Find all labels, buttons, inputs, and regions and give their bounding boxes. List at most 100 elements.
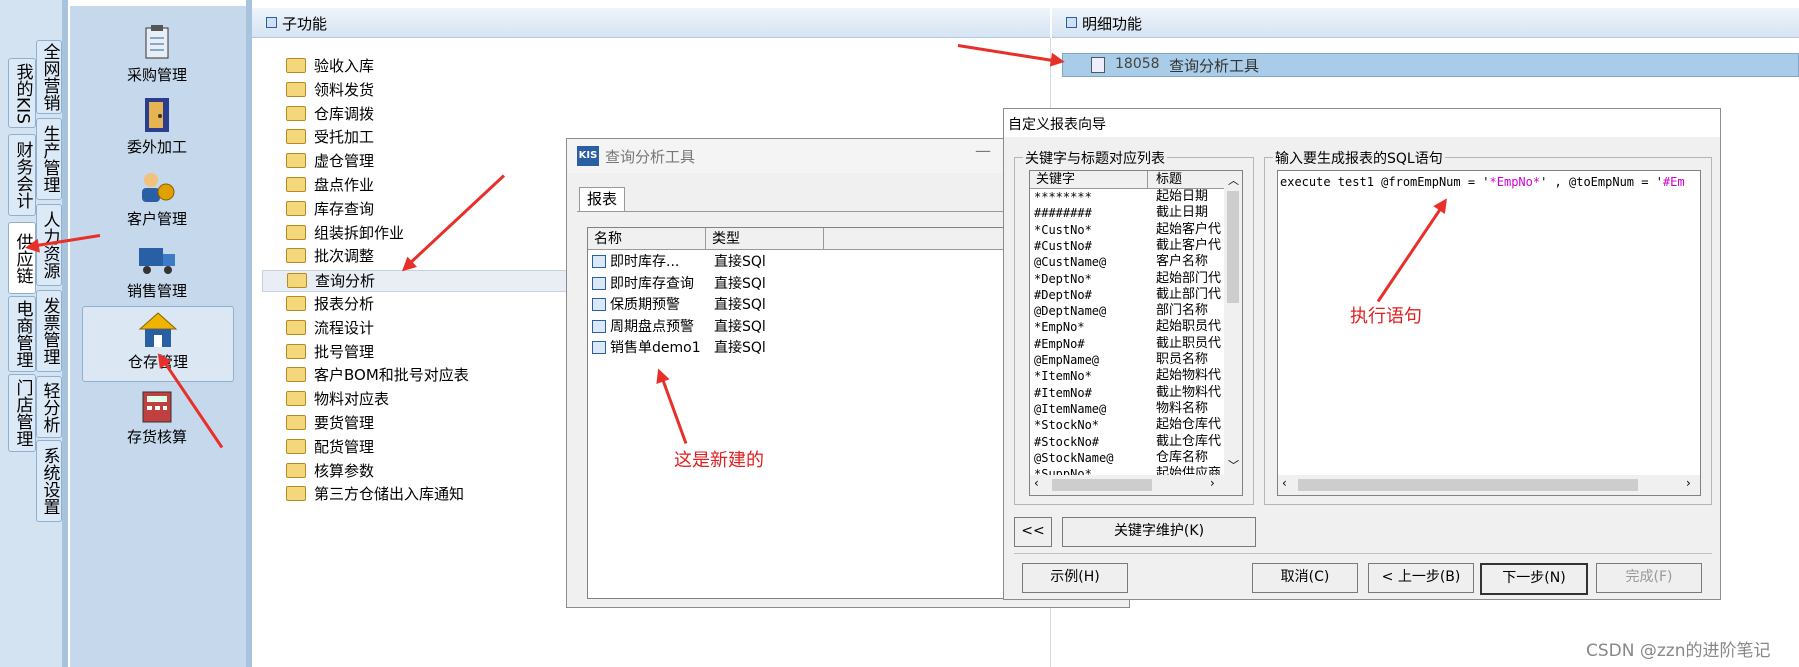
tab-supply-chain[interactable]: 供应链: [8, 222, 36, 294]
keyword-row[interactable]: *DeptNo* 起始部门代: [1030, 271, 1224, 287]
sub-function-label: 领料发货: [314, 80, 375, 99]
cancel-button[interactable]: 取消(C): [1252, 563, 1358, 593]
sub-function-item[interactable]: 查询分析: [262, 270, 578, 293]
sub-function-item[interactable]: 盘点作业: [286, 175, 374, 195]
scroll-thumb[interactable]: [1298, 479, 1638, 491]
scroll-thumb[interactable]: [1052, 479, 1152, 491]
sub-function-label: 仓库调拨: [314, 104, 375, 123]
keyword-row[interactable]: ######## 截止日期: [1030, 205, 1224, 221]
minimize-icon[interactable]: —: [975, 141, 991, 160]
keyword-collapse-button[interactable]: <<: [1014, 517, 1052, 547]
sub-function-item[interactable]: 要货管理: [286, 413, 374, 433]
scroll-left-icon[interactable]: ‹: [1282, 476, 1287, 490]
module-warehouse[interactable]: 仓存管理: [82, 306, 234, 382]
keyword-row[interactable]: @StockName@ 仓库名称: [1030, 450, 1224, 466]
tab-quanwang-yingxiao[interactable]: 全网营销: [36, 40, 62, 114]
finish-button[interactable]: 完成(F): [1596, 563, 1702, 593]
column-title[interactable]: 标题: [1148, 171, 1224, 189]
next-step-button[interactable]: 下一步(N): [1480, 563, 1588, 595]
tab-finance[interactable]: 财务会计: [8, 134, 36, 216]
sub-function-item[interactable]: 受托加工: [286, 127, 374, 147]
report-row[interactable]: 即时库存查询 直接SQl: [590, 274, 890, 294]
sql-textarea[interactable]: execute test1 @fromEmpNum = '*EmpNo*' , …: [1277, 170, 1701, 496]
keyword-row[interactable]: *EmpNo* 起始职员代: [1030, 319, 1224, 335]
sub-function-item[interactable]: 配货管理: [286, 437, 374, 457]
tab-system-settings[interactable]: 系统设置: [36, 440, 62, 522]
title-cell: 起始客户代: [1156, 221, 1222, 237]
tab-invoice[interactable]: 发票管理: [36, 290, 62, 372]
report-type: 直接SQl: [714, 318, 766, 335]
keyword-cell: #ItemNo#: [1034, 385, 1092, 400]
module-purchase[interactable]: 采购管理: [82, 20, 232, 84]
tab-production[interactable]: 生产管理: [36, 118, 62, 200]
module-outsourcing[interactable]: 委外加工: [82, 92, 232, 156]
scroll-up-icon[interactable]: ︿: [1228, 172, 1239, 188]
column-keyword[interactable]: 关键字: [1030, 171, 1148, 189]
sub-function-item[interactable]: 组装拆卸作业: [286, 223, 404, 243]
report-row[interactable]: 即时库存... 直接SQl: [590, 252, 890, 272]
keyword-row[interactable]: #EmpNo# 截止职员代: [1030, 336, 1224, 352]
detail-item-query-tool[interactable]: 18058 查询分析工具: [1062, 53, 1799, 77]
previous-step-button[interactable]: < 上一步(B): [1368, 563, 1474, 593]
sub-function-item[interactable]: 核算参数: [286, 461, 374, 481]
sub-function-item[interactable]: 物料对应表: [286, 389, 389, 409]
column-name[interactable]: 名称: [588, 228, 706, 250]
sub-function-item[interactable]: 验收入库: [286, 56, 374, 76]
tab-my-kis[interactable]: 我的KIS: [8, 58, 36, 128]
keyword-row[interactable]: #ItemNo# 截止物料代: [1030, 385, 1224, 401]
module-customer[interactable]: 客户管理: [82, 164, 232, 228]
keyword-row[interactable]: #DeptNo# 截止部门代: [1030, 287, 1224, 303]
module-sales[interactable]: 销售管理: [82, 236, 232, 300]
keyword-vscrollbar[interactable]: ︿ ﹀: [1224, 171, 1242, 475]
tab-report[interactable]: 报表: [579, 187, 625, 211]
sub-function-item[interactable]: 客户BOM和批号对应表: [286, 365, 469, 385]
scroll-left-icon[interactable]: ‹: [1034, 476, 1039, 490]
clipboard-icon: [137, 24, 177, 62]
sub-function-item[interactable]: 虚仓管理: [286, 151, 374, 171]
example-button[interactable]: 示例(H): [1022, 563, 1128, 593]
sub-function-item[interactable]: 第三方仓储出入库通知: [286, 484, 464, 504]
keyword-row[interactable]: @ItemName@ 物料名称: [1030, 401, 1224, 417]
keyword-row[interactable]: *ItemNo* 起始物料代: [1030, 368, 1224, 384]
keyword-maintain-button[interactable]: 关键字维护(K): [1062, 517, 1256, 547]
report-row[interactable]: 周期盘点预警 直接SQl: [590, 317, 890, 337]
tab-ecommerce[interactable]: 电商管理: [8, 296, 36, 372]
folder-icon: [286, 343, 306, 359]
title-cell: 物料名称: [1156, 400, 1209, 416]
keyword-row[interactable]: #StockNo# 截止仓库代: [1030, 434, 1224, 450]
scroll-down-icon[interactable]: ﹀: [1228, 457, 1239, 473]
scroll-right-icon[interactable]: ›: [1210, 476, 1215, 490]
sub-function-label: 批次调整: [314, 247, 375, 266]
folder-icon: [286, 177, 306, 192]
sub-function-item[interactable]: 流程设计: [286, 318, 374, 338]
module-inventory-costing[interactable]: 存货核算: [82, 382, 232, 446]
sub-function-label: 受托加工: [314, 128, 375, 147]
keyword-row[interactable]: @DeptName@ 部门名称: [1030, 303, 1224, 319]
report-row[interactable]: 保质期预警 直接SQl: [590, 295, 890, 315]
keyword-row[interactable]: @CustName@ 客户名称: [1030, 254, 1224, 270]
tab-store[interactable]: 门店管理: [8, 374, 36, 452]
tab-light-analysis[interactable]: 轻分析: [36, 376, 62, 438]
keyword-cell: *EmpNo*: [1034, 320, 1085, 335]
sql-hscrollbar[interactable]: ‹ ›: [1278, 475, 1700, 495]
sub-function-item[interactable]: 批号管理: [286, 342, 374, 362]
keyword-row[interactable]: #CustNo# 截止客户代: [1030, 238, 1224, 254]
keyword-row[interactable]: *StockNo* 起始仓库代: [1030, 417, 1224, 433]
sub-function-item[interactable]: 批次调整: [286, 246, 374, 266]
scroll-right-icon[interactable]: ›: [1686, 476, 1691, 490]
calculator-icon: [137, 386, 177, 424]
report-icon: [592, 255, 606, 268]
keyword-row[interactable]: ******** 起始日期: [1030, 189, 1224, 205]
sub-function-item[interactable]: 仓库调拨: [286, 104, 374, 124]
keyword-row[interactable]: @EmpName@ 职员名称: [1030, 352, 1224, 368]
scroll-thumb[interactable]: [1227, 191, 1239, 303]
sub-function-item[interactable]: 报表分析: [286, 294, 374, 314]
keyword-row[interactable]: *SuppNo* 起始供应商: [1030, 466, 1224, 475]
sub-function-item[interactable]: 库存查询: [286, 199, 374, 219]
report-row[interactable]: 销售单demo1 直接SQl: [590, 338, 890, 358]
sub-function-label: 核算参数: [314, 461, 375, 480]
column-type[interactable]: 类型: [706, 228, 824, 250]
keyword-hscrollbar[interactable]: ‹ ›: [1030, 475, 1242, 495]
keyword-row[interactable]: *CustNo* 起始客户代: [1030, 222, 1224, 238]
sub-function-item[interactable]: 领料发货: [286, 80, 374, 100]
